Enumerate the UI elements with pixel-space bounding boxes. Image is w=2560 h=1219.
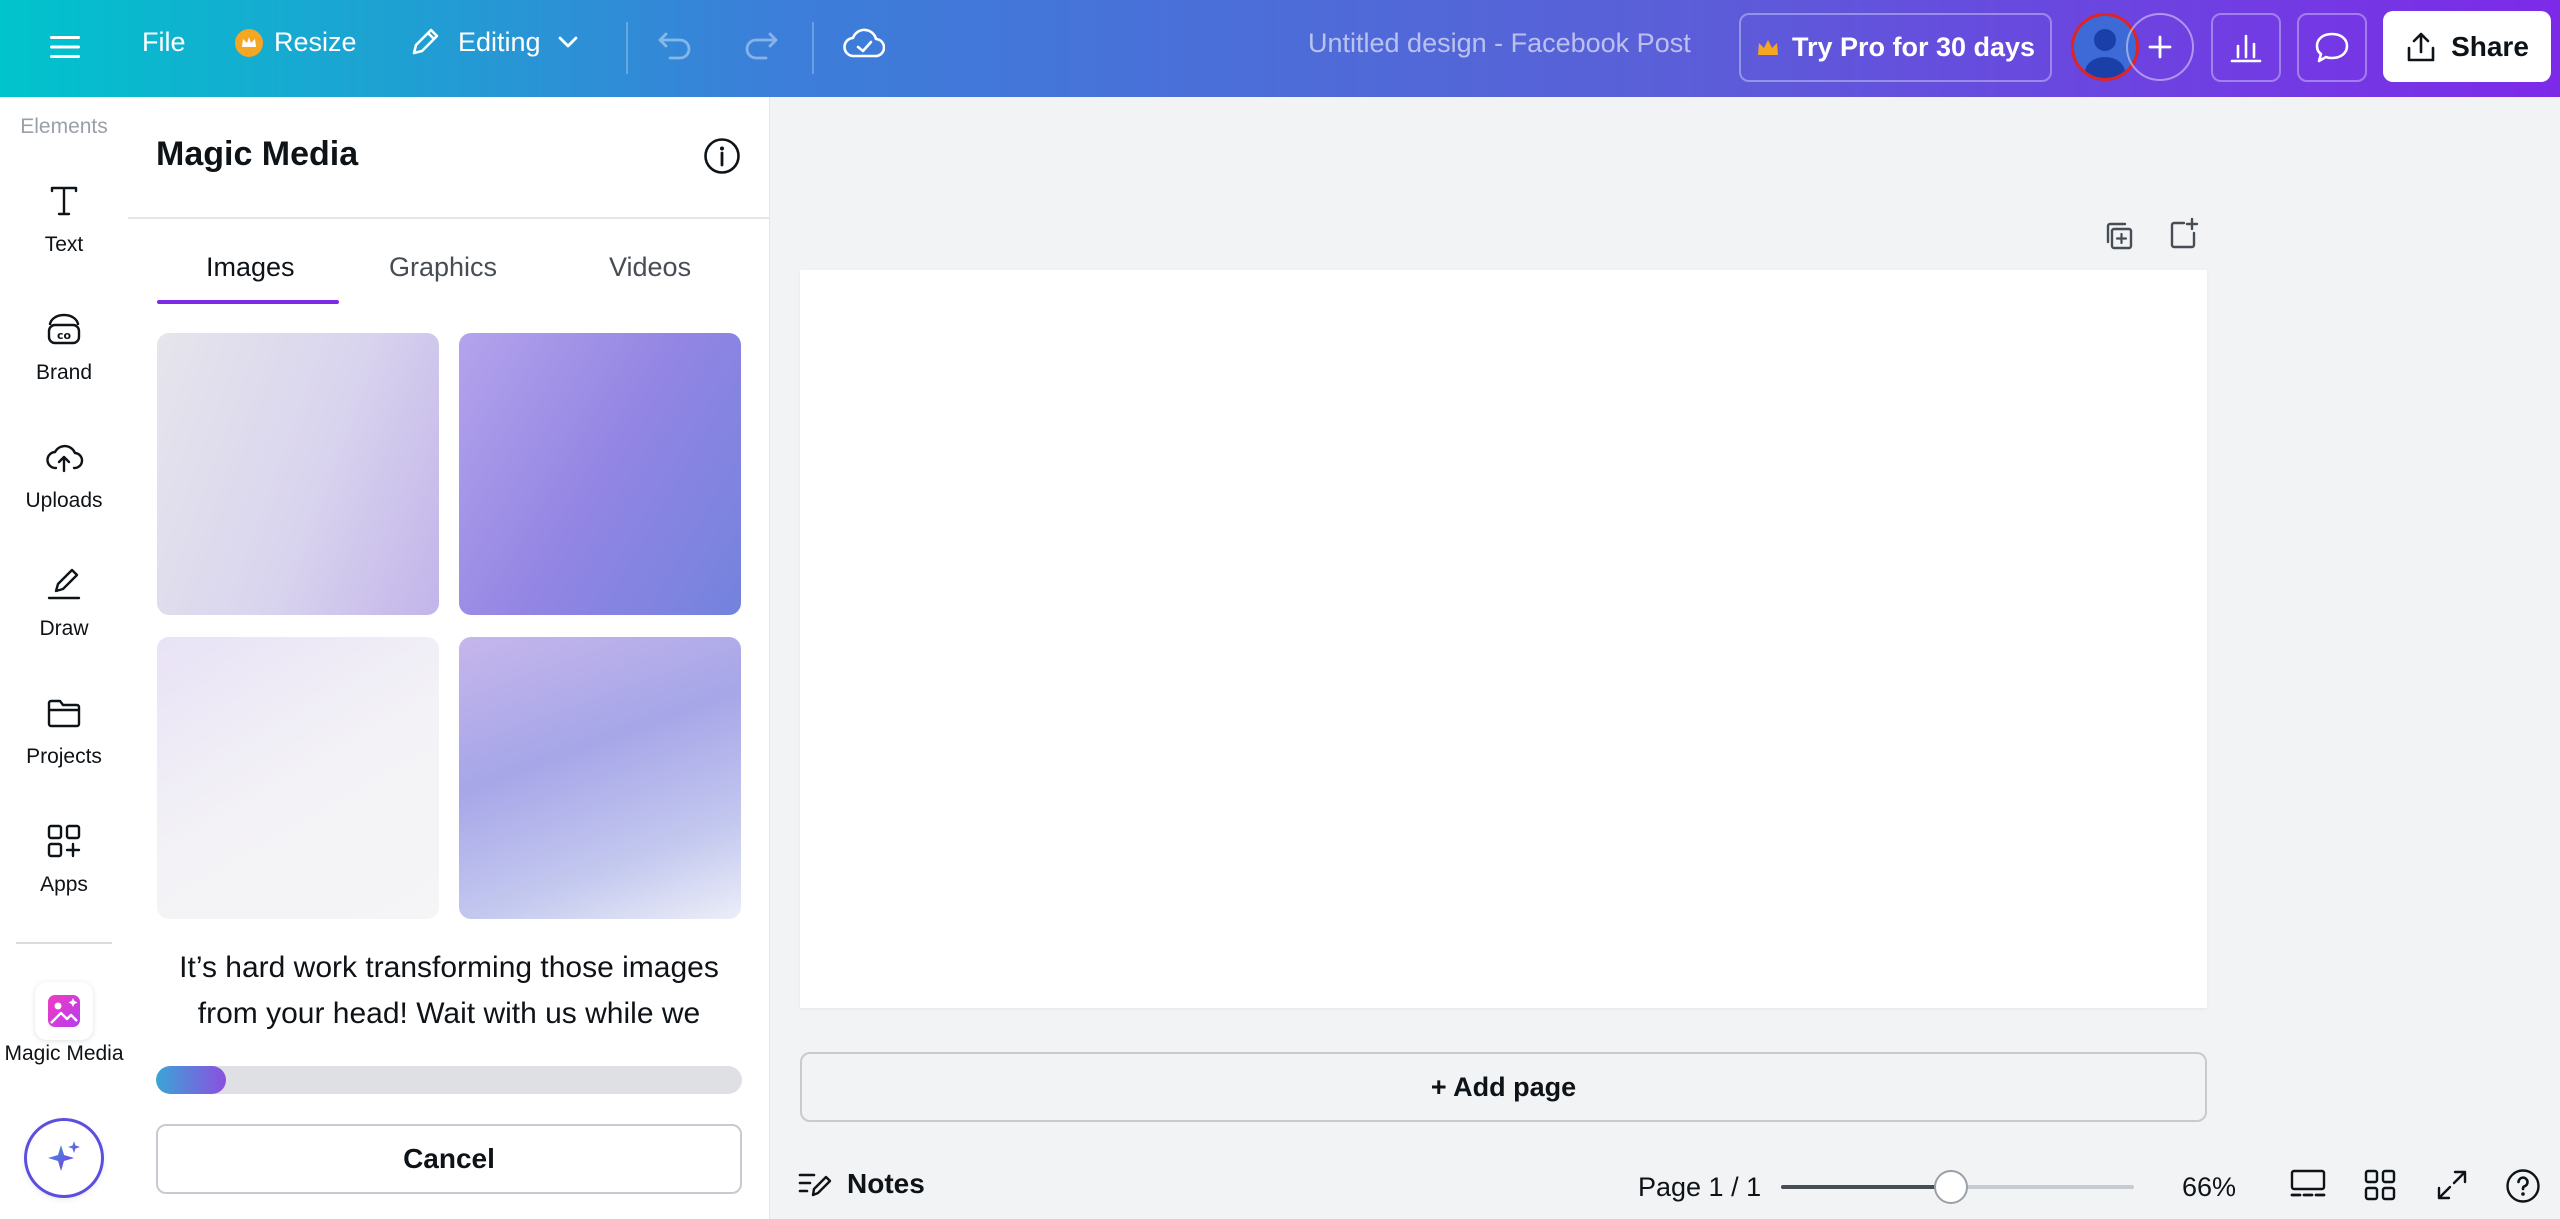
notes-icon [798, 1173, 832, 1197]
editing-mode-dropdown[interactable]: Editing [408, 25, 579, 59]
rail-item-projects[interactable]: Projects [0, 695, 128, 805]
comments-button[interactable] [2297, 13, 2367, 82]
info-button[interactable] [703, 137, 741, 180]
zoom-percentage[interactable]: 66% [2182, 1172, 2236, 1203]
page-indicator[interactable]: Page 1 / 1 [1638, 1172, 1761, 1203]
brand-icon: co [47, 313, 81, 345]
rail-item-uploads[interactable]: Uploads [0, 439, 128, 549]
tab-graphics[interactable]: Graphics [389, 252, 497, 283]
toolbar-divider [812, 22, 814, 74]
pencil-icon [412, 28, 439, 55]
cloud-check-icon [843, 28, 885, 58]
folder-icon [47, 699, 81, 728]
rail-item-label: Text [44, 233, 84, 256]
rail-divider [16, 942, 112, 944]
bar-chart-icon [2230, 34, 2262, 62]
panel-divider [128, 217, 770, 219]
rail-item-label: Brand [35, 361, 93, 384]
share-button[interactable]: Share [2383, 11, 2551, 82]
help-icon [2506, 1169, 2540, 1203]
resize-button[interactable]: Resize [234, 27, 357, 58]
rail-item-elements-label[interactable]: Elements [0, 115, 128, 139]
design-title[interactable]: Untitled design - Facebook Post [1308, 28, 1691, 59]
comment-icon [2315, 32, 2349, 62]
rail-item-draw[interactable]: Draw [0, 567, 128, 677]
grid-view-icon [2364, 1169, 2396, 1201]
active-tab-indicator [157, 300, 339, 304]
apps-icon [47, 824, 81, 858]
duplicate-page-button[interactable] [2102, 219, 2136, 258]
fullscreen-button[interactable] [2435, 1168, 2469, 1207]
plus-icon [2148, 35, 2172, 59]
grid-view-button[interactable] [2363, 1168, 2397, 1207]
add-page-icon [2170, 217, 2199, 249]
info-icon [704, 138, 740, 174]
rail-item-label: Uploads [25, 489, 103, 512]
generating-image-placeholder [459, 637, 741, 919]
notes-label: Notes [847, 1168, 925, 1199]
duplicate-icon [2106, 222, 2133, 250]
rail-item-apps[interactable]: Apps [0, 823, 128, 933]
rail-item-label: Draw [39, 617, 89, 640]
file-menu-label: File [142, 27, 186, 57]
expand-icon [2437, 1170, 2467, 1200]
cloud-upload-icon [46, 444, 84, 473]
notes-button[interactable]: Notes [797, 1168, 925, 1200]
pen-icon [47, 568, 81, 600]
redo-icon [745, 32, 778, 60]
generating-image-placeholder [459, 333, 741, 615]
add-page-icon-button[interactable] [2166, 217, 2200, 256]
resize-label: Resize [274, 27, 357, 57]
progress-bar-fill [156, 1066, 227, 1094]
share-label: Share [2451, 30, 2529, 62]
left-side-rail: Elements Text co Brand Uploads Draw Proj… [0, 97, 128, 1219]
chevron-down-icon [558, 36, 577, 48]
magic-media-panel: Magic Media Images Graphics Videos It’s … [128, 97, 770, 1219]
top-toolbar: File Resize Editing Untitled design - Fa… [0, 0, 2560, 97]
editing-label: Editing [458, 26, 541, 57]
help-button[interactable] [2505, 1168, 2541, 1209]
sparkle-icon [48, 1141, 80, 1171]
zoom-slider[interactable] [1781, 1170, 2134, 1204]
try-pro-label: Try Pro for 30 days [1791, 32, 2036, 62]
loading-message: It’s hard work transforming those images… [179, 951, 719, 1030]
pages-view-icon [2290, 1169, 2326, 1197]
redo-button[interactable] [742, 28, 780, 64]
magic-media-icon [48, 995, 80, 1027]
crown-icon [235, 28, 263, 57]
magic-assistant-button[interactable] [24, 1118, 104, 1198]
file-menu-button[interactable]: File [142, 27, 186, 58]
save-status-button[interactable] [843, 26, 885, 62]
hamburger-menu-button[interactable] [44, 26, 86, 68]
generating-image-placeholder [157, 637, 439, 919]
crown-icon [1757, 39, 1778, 55]
pages-view-button[interactable] [2289, 1168, 2327, 1207]
toolbar-divider [626, 22, 628, 74]
rail-item-text[interactable]: Text [0, 183, 128, 293]
hamburger-icon [50, 36, 80, 58]
rail-item-label: Projects [26, 745, 102, 768]
rail-item-label: Apps [40, 873, 88, 896]
generating-image-placeholder [157, 333, 439, 615]
svg-text:co: co [57, 329, 72, 342]
design-canvas-page[interactable] [800, 270, 2207, 1008]
cancel-button[interactable]: Cancel [156, 1124, 742, 1194]
insights-button[interactable] [2211, 13, 2281, 82]
progress-bar [156, 1066, 742, 1094]
try-pro-button[interactable]: Try Pro for 30 days [1739, 13, 2052, 82]
panel-title: Magic Media [156, 135, 359, 173]
share-upload-icon [2407, 32, 2435, 61]
rail-item-magic-media-label[interactable]: Magic Media [0, 1042, 128, 1066]
rail-item-magic-media[interactable] [35, 982, 93, 1040]
text-icon [50, 186, 78, 216]
invite-button[interactable] [2126, 13, 2194, 81]
tab-videos[interactable]: Videos [609, 252, 691, 283]
tab-images[interactable]: Images [206, 252, 295, 283]
undo-icon [658, 32, 691, 60]
zoom-slider-handle[interactable] [1934, 1170, 1969, 1204]
add-page-button[interactable]: + Add page [800, 1052, 2207, 1122]
zoom-slider-fill [1781, 1185, 1952, 1189]
undo-button[interactable] [656, 28, 694, 64]
rail-item-brand[interactable]: co Brand [0, 311, 128, 421]
